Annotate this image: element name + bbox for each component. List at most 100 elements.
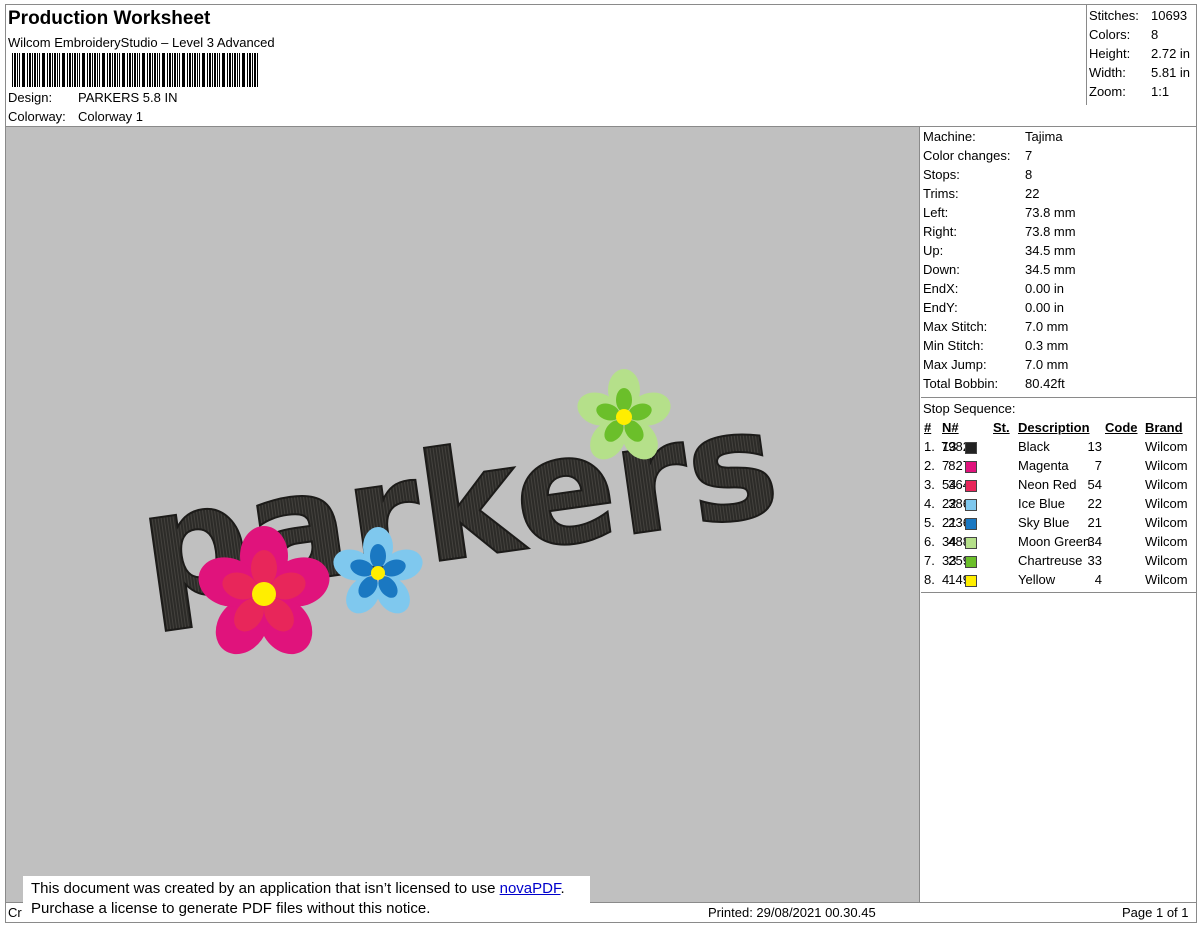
barcode-bar <box>62 53 65 87</box>
barcode-bar <box>19 53 20 87</box>
software-name: Wilcom EmbroideryStudio – Level 3 Advanc… <box>8 35 275 50</box>
thread-code: 21 <box>1087 515 1102 530</box>
summary-row: Height: 2.72 in <box>1089 46 1191 61</box>
license-notice: This document was created by an applicat… <box>23 876 590 920</box>
row-number: 8. <box>924 572 935 587</box>
barcode-bar <box>194 53 196 87</box>
barcode-bar <box>192 53 193 87</box>
barcode-bar <box>227 53 228 87</box>
barcode-bar <box>112 53 113 87</box>
thread-brand: Wilcom <box>1145 553 1188 568</box>
stop-sequence-row: 5. 21 236 Sky Blue 21 Wilcom <box>921 515 1196 534</box>
barcode-bar <box>252 53 253 87</box>
barcode-bar <box>242 53 245 87</box>
design-label: Design: <box>8 90 53 105</box>
barcode-bar <box>229 53 231 87</box>
barcode-bar <box>99 53 100 87</box>
barcode-bar <box>209 53 211 87</box>
barcode-bar <box>212 53 213 87</box>
info-row: Up: 34.5 mm <box>923 243 1076 258</box>
stop-sequence-row: 6. 34 488 Moon Green 34 Wilcom <box>921 534 1196 553</box>
page-number: Page 1 of 1 <box>1122 905 1189 920</box>
barcode-bar <box>54 53 56 87</box>
novapdf-link[interactable]: novaPDF <box>500 880 561 897</box>
barcode-bar <box>37 53 38 87</box>
thread-code: 33 <box>1087 553 1102 568</box>
barcode-bar <box>177 53 178 87</box>
barcode-bar <box>27 53 28 87</box>
barcode-bar <box>127 53 128 87</box>
stop-sequence-row: 3. 54 364 Neon Red 54 Wilcom <box>921 477 1196 496</box>
barcode-bar <box>94 53 96 87</box>
info-row: Left: 73.8 mm <box>923 205 1076 220</box>
info-row: EndY: 0.00 in <box>923 300 1065 315</box>
barcode-bar <box>147 53 148 87</box>
barcode-bar <box>182 53 185 87</box>
barcode-bar <box>239 53 240 87</box>
worksheet-page: Production Worksheet Wilcom EmbroiderySt… <box>5 4 1197 923</box>
summary-row: Stitches: 10693 <box>1089 8 1188 23</box>
info-row: Max Stitch: 7.0 mm <box>923 319 1069 334</box>
thread-code: 13 <box>1087 439 1102 454</box>
barcode-bar <box>82 53 85 87</box>
barcode-bar <box>149 53 151 87</box>
thread-code: 54 <box>1087 477 1102 492</box>
embroidery-preview: parkers <box>129 369 789 655</box>
row-number: 5. <box>924 515 935 530</box>
barcode-bar <box>32 53 33 87</box>
summary-box: Stitches: 10693 Colors: 8 Height: 2.72 in W… <box>1086 5 1196 105</box>
barcode-bar <box>157 53 158 87</box>
barcode-bar <box>59 53 60 87</box>
barcode-bar <box>217 53 218 87</box>
barcode-bar <box>17 53 18 87</box>
barcode <box>12 53 258 87</box>
thread-description: Ice Blue <box>1018 496 1065 511</box>
color-swatch <box>965 518 977 530</box>
barcode-bar <box>122 53 125 87</box>
barcode-bar <box>257 53 258 87</box>
color-swatch <box>965 537 977 549</box>
row-number: 3. <box>924 477 935 492</box>
barcode-bar <box>134 53 136 87</box>
stop-sequence-row: 1. 13 7982 Black 13 Wilcom <box>921 439 1196 458</box>
stop-sequence-row: 7. 33 259 Chartreuse 33 Wilcom <box>921 553 1196 572</box>
barcode-bar <box>42 53 45 87</box>
stop-sequence-row: 2. 7 827 Magenta 7 Wilcom <box>921 458 1196 477</box>
barcode-bar <box>172 53 173 87</box>
row-number: 1. <box>924 439 935 454</box>
info-row: Color changes: 7 <box>923 148 1033 163</box>
barcode-bar <box>129 53 131 87</box>
barcode-bar <box>187 53 188 87</box>
row-number: 2. <box>924 458 935 473</box>
barcode-bar <box>29 53 31 87</box>
page-title: Production Worksheet <box>8 8 211 29</box>
barcode-bar <box>107 53 108 87</box>
color-swatch <box>965 499 977 511</box>
barcode-bar <box>234 53 236 87</box>
notice-line-1: This document was created by an applicat… <box>31 880 565 897</box>
barcode-bar <box>67 53 68 87</box>
barcode-bar <box>214 53 216 87</box>
design-value: PARKERS 5.8 IN <box>78 90 178 105</box>
barcode-bar <box>137 53 138 87</box>
row-number: 4. <box>924 496 935 511</box>
barcode-bar <box>22 53 25 87</box>
barcode-bar <box>72 53 73 87</box>
info-row: Stops: 8 <box>923 167 1033 182</box>
thread-code: 22 <box>1087 496 1102 511</box>
printed-timestamp: Printed: 29/08/2021 00.30.45 <box>708 905 876 920</box>
barcode-bar <box>89 53 91 87</box>
row-number: 6. <box>924 534 935 549</box>
barcode-bar <box>219 53 220 87</box>
barcode-bar <box>114 53 116 87</box>
barcode-bar <box>57 53 58 87</box>
barcode-bar <box>179 53 180 87</box>
barcode-bar <box>247 53 248 87</box>
summary-row: Zoom: 1:1 <box>1089 84 1170 99</box>
barcode-bar <box>232 53 233 87</box>
barcode-bar <box>49 53 51 87</box>
colorway-value: Colorway 1 <box>78 109 144 124</box>
barcode-bar <box>74 53 76 87</box>
thread-brand: Wilcom <box>1145 458 1188 473</box>
colorway-row: Colorway: Colorway 1 <box>8 109 143 124</box>
